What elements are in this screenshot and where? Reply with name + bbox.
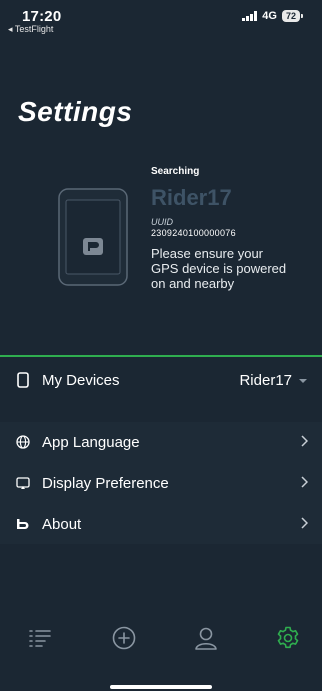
globe-icon: [14, 433, 32, 451]
home-indicator: [110, 685, 212, 689]
tab-profile[interactable]: [190, 622, 222, 654]
about-row[interactable]: About: [0, 506, 322, 542]
brand-logo-icon: [14, 515, 32, 533]
app-language-row[interactable]: App Language: [0, 424, 322, 460]
uuid-value: 2309240100000076: [151, 228, 236, 238]
profile-icon: [195, 627, 217, 650]
status-indicators: 4G 72: [242, 10, 304, 22]
page-title: Settings: [18, 96, 133, 127]
uuid-label: UUID: [151, 217, 173, 227]
tab-settings[interactable]: [272, 622, 304, 654]
display-preference-label: Display Preference: [42, 474, 169, 492]
app-language-label: App Language: [42, 433, 140, 451]
list-icon: [29, 630, 51, 647]
accent-divider: [0, 355, 322, 357]
connection-status: Searching: [151, 166, 200, 177]
device-info: Searching Rider17 UUID 2309240100000076 …: [151, 166, 311, 291]
status-bar: 17:20 ◂ TestFlight 4G 72: [0, 0, 322, 44]
tab-activities[interactable]: [24, 622, 56, 654]
tab-add[interactable]: [108, 622, 140, 654]
about-label: About: [42, 515, 82, 533]
my-devices-label: My Devices: [42, 371, 120, 389]
device-card: Searching Rider17 UUID 2309240100000076 …: [0, 140, 322, 356]
testflight-back-link[interactable]: ◂ TestFlight: [8, 24, 53, 35]
display-preference-row[interactable]: Display Preference: [0, 465, 322, 501]
selected-device-value[interactable]: Rider17: [239, 372, 292, 389]
gps-device-icon: [58, 188, 128, 286]
connection-hint: Please ensure your GPS device is powered…: [151, 246, 287, 291]
phone-icon: [14, 371, 32, 389]
tab-bar: [0, 610, 322, 670]
section-gap: [0, 400, 322, 422]
chevron-down-icon[interactable]: [298, 372, 308, 388]
network-type: 4G: [262, 10, 277, 22]
chevron-right-icon: [300, 475, 309, 491]
device-name: Rider17: [151, 185, 232, 210]
chevron-right-icon: [300, 516, 309, 532]
signal-icon: [242, 11, 258, 21]
gear-icon: [277, 626, 299, 649]
add-circle-icon: [112, 626, 136, 650]
battery-icon: 72: [281, 10, 304, 22]
my-devices-row[interactable]: My Devices Rider17: [0, 362, 322, 398]
display-icon: [14, 474, 32, 492]
status-time: 17:20: [22, 8, 62, 25]
chevron-right-icon: [300, 434, 309, 450]
